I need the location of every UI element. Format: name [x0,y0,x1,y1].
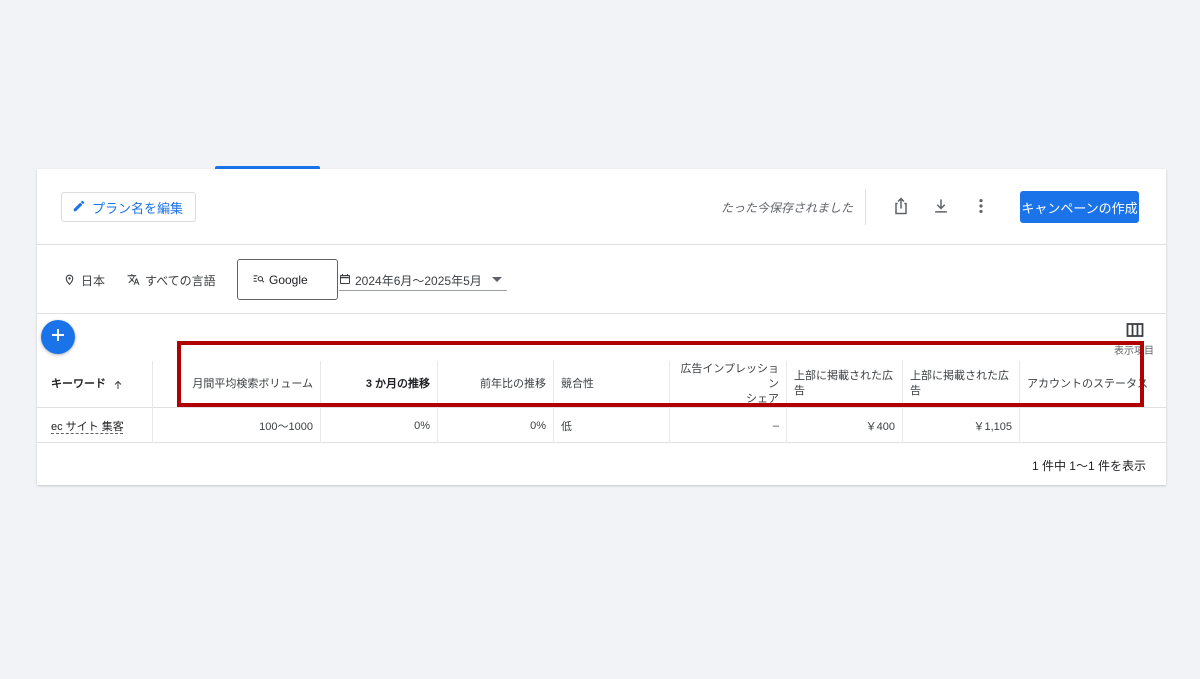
more-vert-icon[interactable] [970,195,992,217]
location-label: 日本 [81,274,106,288]
saved-status: たった今保存されました [720,201,853,215]
cell-ad-impression-share: – [670,408,787,443]
highlight-annotation-box [177,341,1144,407]
create-campaign-button[interactable]: キャンペーンの作成 [1020,191,1139,223]
language-filter[interactable]: すべての言語 [127,272,216,289]
download-icon[interactable] [930,195,952,217]
cell-top-bid-high: ￥1,105 [903,408,1020,443]
pencil-icon [72,199,86,216]
column-header-keyword-label: キーワード [51,378,106,390]
pagination-summary: 1 件中 1〜1 件を表示 [1031,459,1146,473]
edit-plan-name-label: プラン名を編集 [92,200,184,216]
dropdown-caret-icon [492,277,502,282]
calendar-icon [339,273,351,288]
table-row[interactable]: ec サイト 集客 100〜1000 0% 0% 低 – ￥400 ￥1,105 [37,408,1166,443]
date-range-label: 2024年6月〜2025年5月 [355,273,482,288]
search-network-icon [252,272,265,288]
plan-header: プラン名を編集 たった今保存されました キャンペーンの作成 [37,169,1166,245]
column-header-keyword[interactable]: キーワード [37,361,153,408]
cell-competition: 低 [554,408,670,443]
keyword-link[interactable]: ec サイト 集客 [51,418,124,434]
network-filter[interactable]: Google [237,259,338,300]
sort-arrow-up-icon [112,379,124,391]
header-divider [865,189,866,225]
cell-keyword[interactable]: ec サイト 集客 [37,408,153,443]
date-range-select[interactable]: 2024年6月〜2025年5月 [339,270,507,291]
cell-yoy-trend: 0% [438,408,554,443]
language-label: すべての言語 [145,274,216,288]
cell-three-month-trend: 0% [321,408,438,443]
location-filter[interactable]: 日本 [63,272,105,289]
translate-icon [127,273,140,289]
edit-plan-name-button[interactable]: プラン名を編集 [61,192,197,222]
network-label: Google [269,272,308,287]
cell-monthly-volume: 100〜1000 [153,408,321,443]
location-pin-icon [63,273,76,289]
filter-bar: 日本 すべての言語 Google 2024年6月〜2025年5月 [37,245,1166,314]
plus-icon [49,326,67,349]
share-icon[interactable] [890,195,912,217]
add-keyword-button[interactable] [41,320,75,354]
cell-top-bid-low: ￥400 [787,408,903,443]
keyword-plan-card: プラン名を編集 たった今保存されました キャンペーンの作成 日本 すべての言語 [37,169,1166,485]
cell-account-status [1020,408,1166,443]
